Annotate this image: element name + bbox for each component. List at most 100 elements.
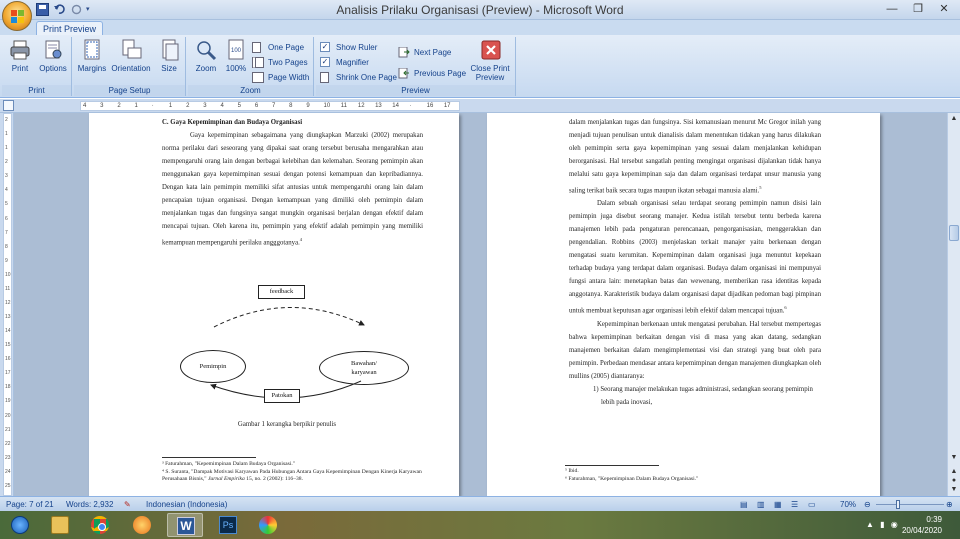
- system-clock[interactable]: 0:39 20/04/2020: [902, 514, 942, 536]
- framework-diagram: feedback Pemimpin Bawahan/ karyawan Pato…: [89, 113, 459, 496]
- vruler-tick: 23: [5, 454, 11, 461]
- taskbar-word[interactable]: W: [167, 513, 203, 537]
- vruler-tick: 21: [5, 426, 11, 433]
- close-button[interactable]: ✕: [932, 2, 956, 17]
- zoom-slider-thumb[interactable]: [896, 500, 900, 509]
- orientation-button[interactable]: Orientation: [109, 39, 153, 73]
- options-button[interactable]: Options: [36, 39, 70, 73]
- next-page-label: Next Page: [414, 48, 452, 57]
- view-web-layout-icon[interactable]: ▦: [774, 499, 782, 510]
- vertical-ruler[interactable]: 2 1 1 2 3 4 5 6 7 8 9 10 11 12 13 14 15 16 17 18 19 20 21 22 23 2…: [3, 113, 12, 496]
- ruler-tick: ·: [151, 103, 154, 109]
- zoom-100-button[interactable]: 100 100%: [222, 39, 250, 73]
- page-count[interactable]: Page: 7 of 21: [6, 499, 54, 510]
- patokan-box: Patokan: [264, 389, 300, 403]
- magnifier-icon: [195, 39, 217, 61]
- vertical-scrollbar[interactable]: ▲ ▼ ▲ ● ▼: [947, 113, 960, 496]
- footnote-5: ⁵ Ibid.: [565, 468, 579, 474]
- horizontal-ruler[interactable]: 4 3 2 1 · 1 2 3 4 5 6 7 8 9 10 11 12 13 14 · 16 17: [80, 101, 460, 111]
- proofing-icon[interactable]: ✎: [124, 499, 131, 510]
- taskbar-photoshop[interactable]: Ps: [210, 513, 246, 537]
- restore-button[interactable]: ❐: [906, 2, 930, 17]
- vruler-tick: 25: [5, 482, 11, 489]
- two-pages-button[interactable]: Two Pages: [252, 56, 308, 69]
- shrink-one-page-button[interactable]: Shrink One Page: [320, 71, 397, 84]
- zoom-button[interactable]: Zoom: [192, 39, 220, 73]
- scroll-down-arrow-icon[interactable]: ▼: [949, 453, 959, 463]
- start-button[interactable]: [2, 513, 38, 537]
- language-indicator[interactable]: Indonesian (Indonesia): [146, 499, 227, 510]
- vruler-tick: 19: [5, 398, 11, 405]
- scroll-thumb[interactable]: [949, 225, 959, 241]
- paragraph-text: dalam menjalankan tugas dan fungsinya. S…: [569, 119, 821, 195]
- margins-button[interactable]: Margins: [76, 39, 108, 73]
- previous-page-button[interactable]: Previous Page: [398, 67, 466, 80]
- paragraph: Dalam sebuah organisasi selau terdapat s…: [569, 197, 821, 317]
- magnifier-checkbox[interactable]: ✓ Magnifier: [320, 56, 369, 69]
- one-page-button[interactable]: One Page: [252, 41, 304, 54]
- scroll-up-arrow-icon[interactable]: ▲: [949, 114, 959, 124]
- horizontal-ruler-bar: 4 3 2 1 · 1 2 3 4 5 6 7 8 9 10 11 12 13 14 · 16 17: [0, 99, 960, 113]
- taskbar-chrome[interactable]: [82, 513, 118, 537]
- print-group: Print Options Print: [2, 37, 72, 96]
- ruler-tick: 6: [254, 103, 259, 109]
- ruler-tick: 12: [357, 103, 365, 109]
- view-draft-icon[interactable]: ▭: [808, 499, 816, 510]
- vruler-tick: 13: [5, 314, 11, 321]
- vruler-tick: 12: [5, 299, 11, 306]
- close-print-preview-label: Close Print Preview: [470, 64, 510, 82]
- next-page-button[interactable]: Next Page: [398, 46, 451, 59]
- zoom-in-icon[interactable]: ⊕: [946, 499, 953, 510]
- page-100-icon: 100: [225, 39, 247, 61]
- vruler-tick: 1: [5, 131, 8, 138]
- zoom-100-label: 100%: [225, 64, 247, 73]
- ruler-tick: 3: [100, 103, 104, 109]
- window-title: Analisis Prilaku Organisasi (Preview) - …: [336, 3, 624, 17]
- close-print-preview-button[interactable]: Close Print Preview: [468, 39, 514, 82]
- word-count[interactable]: Words: 2,932: [66, 499, 113, 510]
- minimize-button[interactable]: —: [880, 2, 904, 17]
- paragraph: dalam menjalankan tugas dan fungsinya. S…: [569, 116, 821, 197]
- svg-text:100: 100: [231, 48, 242, 54]
- right-page[interactable]: dalam menjalankan tugas dan fungsinya. S…: [487, 113, 880, 496]
- options-label: Options: [39, 64, 67, 73]
- show-ruler-label: Show Ruler: [336, 43, 378, 52]
- print-group-label: Print: [2, 85, 71, 96]
- taskbar-paint[interactable]: [250, 513, 286, 537]
- view-print-layout-icon[interactable]: ▤: [740, 499, 748, 510]
- tray-icons[interactable]: ▲ ▮ ◉: [866, 520, 906, 530]
- next-page-arrow-icon[interactable]: ▼: [949, 485, 959, 495]
- status-bar: Page: 7 of 21 Words: 2,932 ✎ Indonesian …: [0, 496, 960, 511]
- footnote-ref: 6: [784, 305, 787, 311]
- vruler-tick: 14: [5, 328, 11, 335]
- shrink-one-page-label: Shrink One Page: [336, 73, 397, 82]
- size-label: Size: [161, 64, 177, 73]
- view-full-screen-icon[interactable]: ▥: [757, 499, 765, 510]
- vruler-tick: 1: [5, 145, 8, 152]
- tab-selector[interactable]: [3, 100, 14, 111]
- zoom-out-icon[interactable]: ⊖: [864, 499, 871, 510]
- zoom-slider[interactable]: [876, 500, 944, 509]
- media-player-icon: [133, 516, 151, 534]
- taskbar-media[interactable]: [124, 513, 160, 537]
- vruler-tick: 15: [5, 342, 11, 349]
- one-page-label: One Page: [268, 43, 305, 52]
- tab-print-preview[interactable]: Print Preview: [36, 21, 104, 36]
- zoom-label: Zoom: [195, 64, 217, 73]
- magnifier-check-icon: ✓: [320, 57, 330, 67]
- clock-time: 0:39: [926, 515, 942, 524]
- view-outline-icon[interactable]: ☰: [791, 499, 798, 510]
- two-pages-icon: [252, 57, 264, 68]
- office-button[interactable]: [2, 1, 32, 31]
- vruler-tick: 18: [5, 384, 11, 391]
- page-width-button[interactable]: Page Width: [252, 71, 309, 84]
- show-ruler-checkbox[interactable]: ✓ Show Ruler: [320, 41, 377, 54]
- page-width-icon: [252, 72, 264, 83]
- zoom-group-label: Zoom: [188, 85, 313, 96]
- size-button[interactable]: Size: [156, 39, 182, 73]
- left-page[interactable]: C. Gaya Kepemimpinan dan Budaya Organisa…: [89, 113, 459, 496]
- zoom-level[interactable]: 70%: [840, 499, 856, 510]
- vruler-tick: 6: [5, 215, 8, 222]
- print-button[interactable]: Print: [6, 39, 34, 73]
- taskbar-explorer[interactable]: [42, 513, 78, 537]
